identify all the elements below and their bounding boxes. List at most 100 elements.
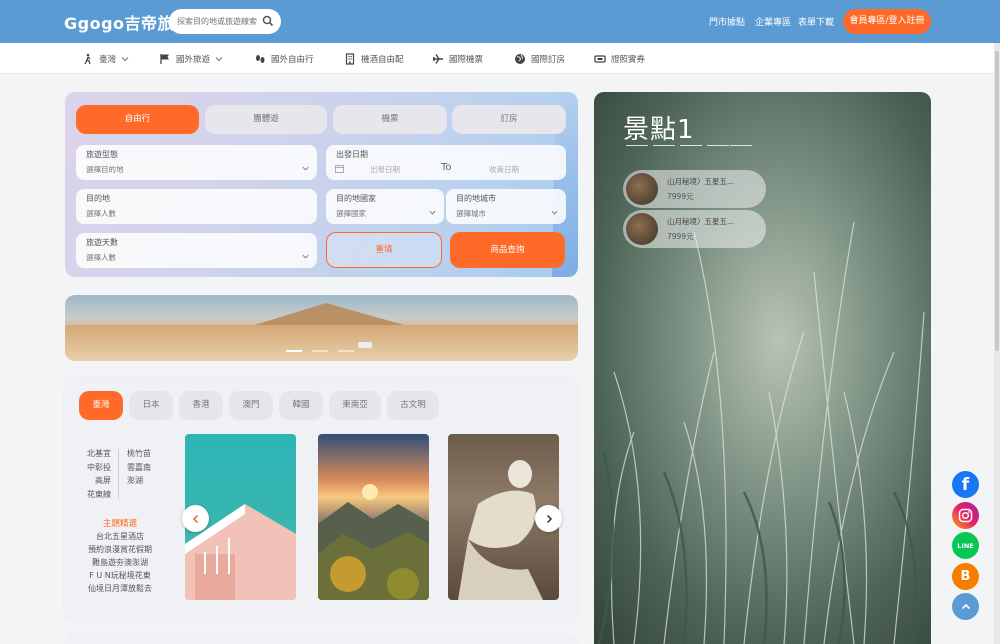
title-underline	[626, 145, 648, 146]
city-link[interactable]: 澎湖	[127, 474, 151, 488]
page-scrollbar[interactable]	[994, 43, 1000, 644]
tab-southeast-asia[interactable]: 東南亞	[329, 391, 381, 420]
nav-item-overseas-tours[interactable]: 國外旅遊	[159, 43, 223, 74]
carousel-next-button[interactable]	[535, 505, 562, 532]
plane-icon	[432, 53, 443, 64]
nav-label: 機酒自由配	[361, 54, 404, 65]
tab-ancient-civilization[interactable]: 古文明	[387, 391, 439, 420]
tab-taiwan[interactable]: 臺灣	[79, 391, 123, 420]
city-link[interactable]: 桃竹苗	[127, 447, 151, 461]
chevron-down-icon	[302, 166, 309, 171]
carousel-dot[interactable]	[286, 350, 302, 352]
theme-link[interactable]: 台北五星酒店	[80, 531, 160, 542]
date-range-separator: To	[441, 162, 452, 173]
promo-banner[interactable]	[65, 295, 578, 361]
theme-link[interactable]: F U N玩秘境花東	[80, 570, 160, 581]
spot-name: 山月秘境〉五星五...	[667, 217, 735, 226]
theme-link[interactable]: 難島遊夯澳澎湖	[80, 557, 160, 568]
search-input[interactable]	[177, 13, 265, 30]
field-value: 選擇目的地	[86, 165, 124, 174]
city-list-left: 北基宜 中彰投 高屏 花東線	[85, 447, 111, 501]
blogger-icon[interactable]: B	[952, 563, 979, 590]
scrollbar-thumb[interactable]	[995, 51, 999, 351]
main-nav: 臺灣 國外旅遊 國外自由行 機酒自由配 國際機票 國際訂房 證照實券	[0, 43, 1000, 74]
nav-item-overseas-independent[interactable]: 國外自由行	[254, 43, 314, 74]
field-label: 旅遊天數	[86, 238, 118, 247]
field-value: 選擇人數	[86, 209, 116, 218]
spot-card[interactable]: 山月秘境〉五星五... 7999元	[623, 170, 766, 208]
forms-download-link[interactable]: 表單下載	[798, 15, 834, 28]
city-list-right: 桃竹苗 雲嘉南 澎湖	[127, 447, 151, 488]
field-label: 目的地國家	[336, 194, 376, 203]
city-link[interactable]: 花東線	[85, 488, 111, 502]
field-value: 選擇城市	[456, 209, 486, 218]
city-link[interactable]: 高屏	[85, 474, 111, 488]
back-to-top-button[interactable]	[952, 593, 979, 620]
nav-item-intl-flights[interactable]: 國際機票	[432, 43, 483, 74]
instagram-icon[interactable]	[952, 502, 979, 529]
nav-item-passport-tickets[interactable]: 證照實券	[594, 43, 645, 74]
line-icon[interactable]: LINE	[952, 532, 979, 559]
travel-days-select[interactable]: 旅遊天數 選擇人數	[76, 233, 317, 268]
destination-country-select[interactable]: 目的地國家 選擇國家	[326, 189, 444, 224]
chevron-down-icon	[429, 210, 436, 215]
city-link[interactable]: 北基宜	[85, 447, 111, 461]
tab-group-tour[interactable]: 團體遊	[205, 105, 327, 134]
city-link[interactable]: 雲嘉南	[127, 461, 151, 475]
travel-type-select[interactable]: 旅遊型態 選擇目的地	[76, 145, 317, 180]
nav-label: 臺灣	[99, 54, 117, 65]
store-locations-link[interactable]: 門市據點	[709, 15, 745, 28]
nav-item-taiwan[interactable]: 臺灣	[82, 43, 129, 74]
chevron-left-icon	[192, 514, 198, 523]
tab-hongkong[interactable]: 香港	[179, 391, 223, 420]
destination-photo-sunset-mountains[interactable]	[318, 434, 429, 600]
enterprise-link[interactable]: 企業專區	[755, 15, 791, 28]
nav-label: 證照實券	[611, 54, 646, 65]
nav-label: 國際訂房	[531, 54, 566, 65]
title-underline	[707, 145, 729, 146]
destination-city-select[interactable]: 目的地城市 選擇城市	[446, 189, 566, 224]
instagram-glyph	[958, 508, 973, 523]
carousel-dot[interactable]	[312, 350, 328, 352]
tab-japan[interactable]: 日本	[129, 391, 173, 420]
carousel-prev-button[interactable]	[182, 505, 209, 532]
flag-icon	[160, 53, 169, 64]
spot-thumbnail	[626, 173, 658, 205]
date-to[interactable]: 收黃日期	[489, 164, 519, 175]
field-value: 選擇人數	[86, 253, 116, 262]
title-underline	[653, 145, 675, 146]
tab-hotels[interactable]: 訂房	[452, 105, 566, 134]
title-underline	[680, 145, 702, 146]
chevron-up-icon	[961, 603, 970, 609]
ticket-icon	[594, 54, 606, 63]
departure-date-field[interactable]: 出發日期 出發日期 To 收黃日期	[326, 145, 566, 180]
chevron-down-icon	[302, 254, 309, 259]
calendar-icon	[335, 165, 344, 173]
login-button[interactable]: 會員專區/登入註冊	[843, 9, 931, 34]
globe-icon	[515, 53, 525, 64]
theme-link[interactable]: 仙境日月潭放鬆去	[80, 583, 160, 594]
city-link[interactable]: 中彰投	[85, 461, 111, 475]
destination-field[interactable]: 目的地 選擇人數	[76, 189, 317, 224]
hiker-icon	[84, 53, 91, 64]
facebook-icon[interactable]: f	[952, 471, 979, 498]
field-label: 目的地城市	[456, 194, 496, 203]
theme-title: 主題精選	[102, 519, 137, 529]
reset-button[interactable]: 重填	[326, 232, 442, 268]
tab-korea[interactable]: 韓國	[279, 391, 323, 420]
spot-card[interactable]: 山月秘境〉五星五... 7999元	[623, 210, 766, 248]
tab-flights[interactable]: 機票	[333, 105, 447, 134]
tab-macau[interactable]: 澳門	[229, 391, 273, 420]
hotel-icon	[345, 52, 355, 65]
field-label: 旅遊型態	[86, 150, 118, 159]
date-from[interactable]: 出發日期	[370, 164, 400, 175]
theme-link[interactable]: 預約浪漫賞花假期	[80, 544, 160, 555]
search-icon[interactable]	[261, 14, 275, 28]
nav-item-intl-hotels[interactable]: 國際訂房	[514, 43, 565, 74]
product-search-button[interactable]: 商品查詢	[450, 232, 565, 268]
spot-price: 7999元	[667, 232, 694, 241]
nav-item-flight-hotel[interactable]: 機酒自由配	[344, 43, 404, 74]
carousel-dot[interactable]	[338, 350, 354, 352]
tab-independent[interactable]: 自由行	[76, 105, 199, 134]
scenic-spot-title: 景點1	[623, 115, 695, 145]
